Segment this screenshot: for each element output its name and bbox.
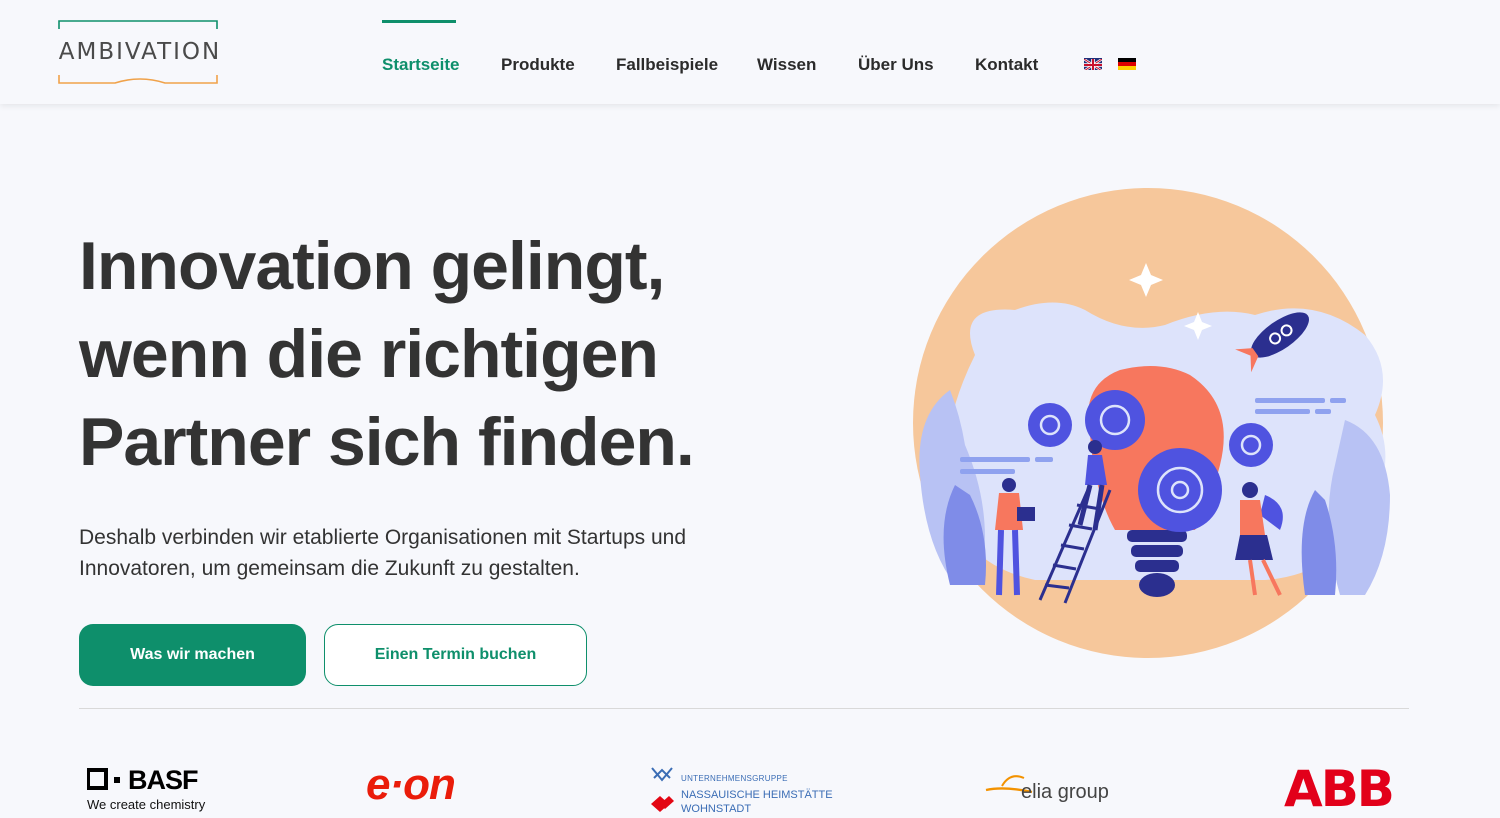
- nh-name-line1: NASSAUISCHE HEIMSTÄTTE: [681, 789, 833, 801]
- abb-wordmark: ABB: [1284, 760, 1395, 818]
- nav-label: Wissen: [757, 55, 817, 74]
- nav-label: Produkte: [501, 55, 575, 74]
- hero-title-line: Innovation gelingt,: [79, 228, 665, 304]
- basf-logo[interactable]: BASF We create chemistry: [86, 758, 217, 818]
- nh-emblem-icon: [651, 767, 674, 812]
- nassauische-heimstaette-logo[interactable]: UNTERNEHMENSGRUPPE NASSAUISCHE HEIMSTÄTT…: [648, 758, 833, 818]
- hero-title: Innovation gelingt, wenn die richtigen P…: [79, 222, 779, 486]
- logo-text: AMBIVATION: [58, 39, 222, 65]
- hero-title-line: Partner sich finden.: [79, 404, 695, 480]
- abb-logo[interactable]: ABB: [1284, 758, 1404, 818]
- ambivation-logo[interactable]: AMBIVATION: [55, 19, 225, 87]
- nav-label: Startseite: [382, 55, 460, 74]
- book-appointment-button[interactable]: Einen Termin buchen: [324, 624, 587, 686]
- nav-label: Über Uns: [858, 55, 934, 74]
- elia-group-logo[interactable]: elia group: [984, 758, 1124, 818]
- de-flag-icon[interactable]: [1118, 58, 1136, 70]
- nh-name-line2: WOHNSTADT: [681, 803, 752, 815]
- basf-tagline: We create chemistry: [87, 797, 206, 812]
- hero-subtitle: Deshalb verbinden wir etablierte Organis…: [79, 526, 687, 580]
- hero-title-line: wenn die richtigen: [79, 316, 659, 392]
- eon-wordmark: e·on: [366, 760, 456, 809]
- elia-wordmark: elia group: [1021, 781, 1109, 803]
- site-header: AMBIVATION Startseite Produkte Fallbeisp…: [0, 0, 1500, 104]
- nav-label: Fallbeispiele: [616, 55, 719, 74]
- nav-startseite[interactable]: Startseite: [382, 20, 460, 104]
- nav-label: Kontakt: [975, 55, 1039, 74]
- what-we-do-button[interactable]: Was wir machen: [79, 624, 306, 686]
- nh-group-label: UNTERNEHMENSGRUPPE: [681, 774, 788, 783]
- section-divider: [79, 708, 1409, 709]
- hero-illustration: [895, 185, 1405, 665]
- basf-name: BASF: [128, 765, 198, 795]
- eon-logo[interactable]: e·on: [366, 758, 496, 818]
- en-flag-icon[interactable]: [1084, 58, 1102, 70]
